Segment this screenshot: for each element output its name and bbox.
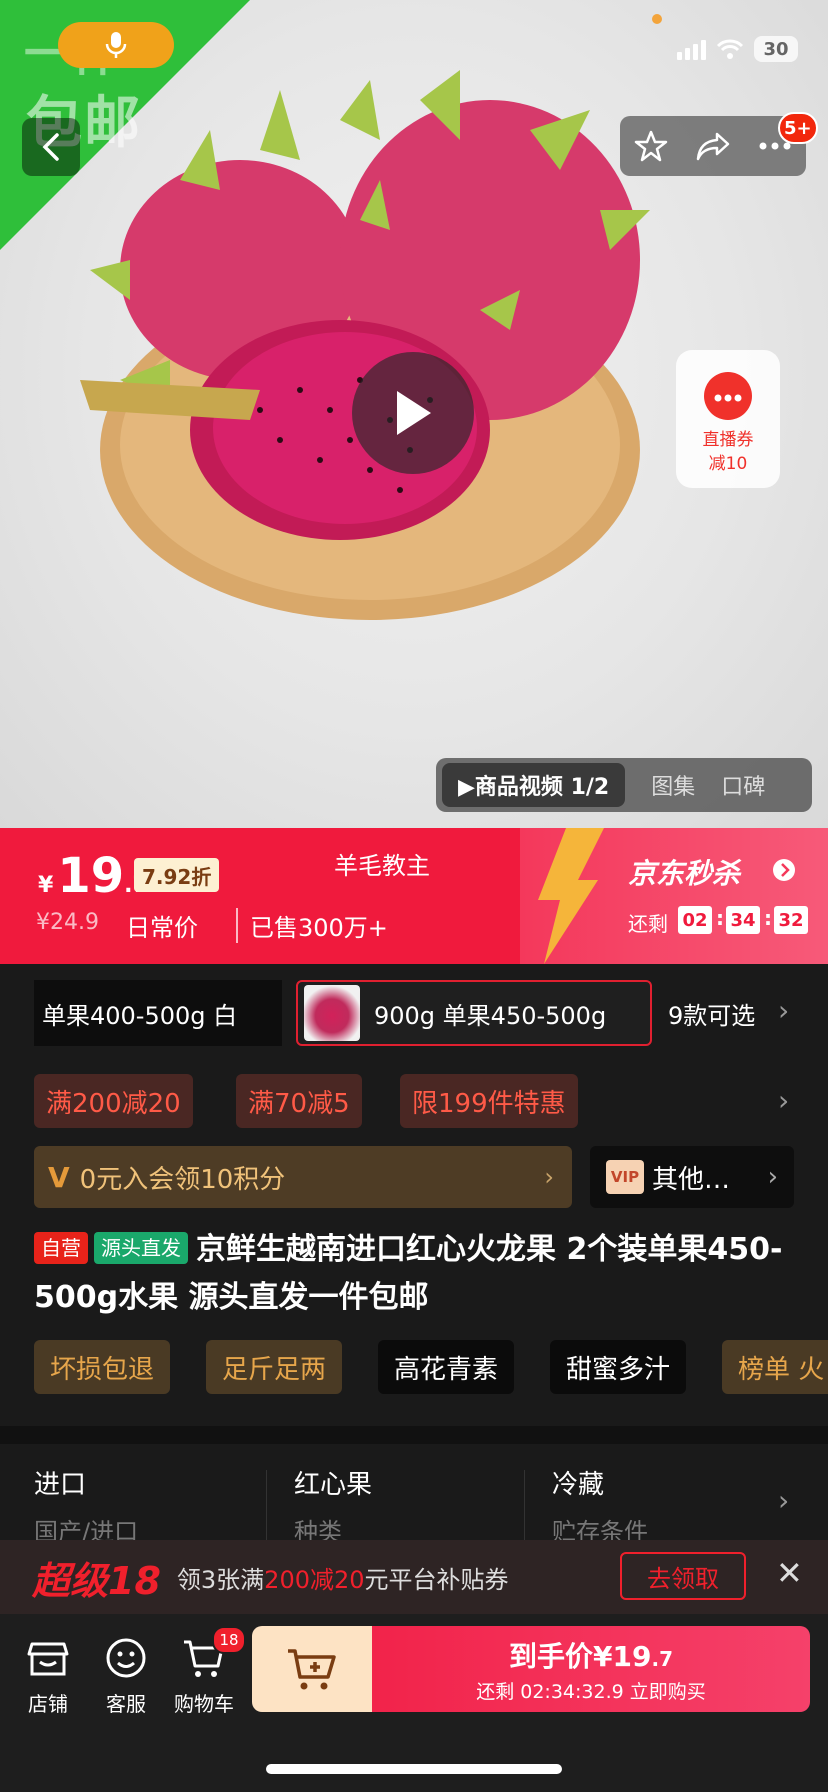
source-direct-tag: 源头直发 — [94, 1232, 188, 1264]
mic-indicator — [58, 22, 174, 68]
microphone-icon — [105, 32, 127, 58]
customer-service-button[interactable]: 客服 — [86, 1634, 166, 1717]
chevron-right-icon[interactable]: › — [778, 1084, 789, 1117]
chevron-right-icon: › — [544, 1163, 554, 1191]
cart-count-badge: 18 — [212, 1626, 246, 1654]
cart-label: 购物车 — [174, 1692, 234, 1716]
self-operated-tag: 自营 — [34, 1232, 88, 1264]
section-divider — [0, 1426, 828, 1444]
feature-tag[interactable]: 甜蜜多汁 — [550, 1340, 687, 1394]
platform-coupon-strip: 超级18 领3张满200减20元平台补贴券 去领取 ✕ — [0, 1540, 828, 1614]
spec-divider — [266, 1470, 267, 1540]
tab-reviews[interactable]: 口碑 — [721, 769, 765, 801]
privacy-indicator-dot — [652, 14, 662, 24]
buy-now-button[interactable]: 到手价¥19.7 还剩 02:34:32.9 立即购买 — [252, 1626, 810, 1712]
discount-badge: 7.92折 — [134, 858, 220, 892]
chevron-right-circle-icon[interactable] — [772, 858, 796, 882]
daily-price-label: 日常价 — [126, 914, 198, 942]
promo-tag[interactable]: 满200减20 — [34, 1074, 193, 1128]
countdown-seconds: 32 — [774, 906, 808, 934]
play-video-button[interactable] — [352, 352, 474, 474]
vip-text: 其他… — [652, 1164, 731, 1195]
vip-badge: VIP — [606, 1160, 644, 1194]
status-bar: 30 — [677, 36, 798, 62]
sold-count: 已售300万+ — [236, 908, 388, 943]
feature-tag[interactable]: 榜单 火 — [722, 1340, 828, 1394]
tab-product-video[interactable]: ▶商品视频 1/2 — [442, 763, 626, 807]
tab-gallery[interactable]: 图集 — [651, 769, 695, 801]
add-to-cart-button[interactable] — [252, 1626, 372, 1712]
variant-option-selected[interactable]: 900g 单果450-500g — [296, 980, 652, 1046]
play-icon — [397, 391, 431, 435]
currency-symbol: ¥ — [38, 873, 54, 898]
price-integer: 19 — [57, 848, 125, 904]
buy-now-countdown: 还剩 02:34:32.9 立即购买 — [476, 1680, 706, 1703]
spec-value: 红心果 — [294, 1470, 373, 1500]
spec-divider — [524, 1470, 525, 1540]
variant-thumbnail — [304, 985, 360, 1041]
promoter-name: 羊毛教主 — [334, 852, 430, 880]
battery-indicator: 30 — [754, 36, 798, 62]
lightning-icon — [538, 828, 604, 964]
seckill-title[interactable]: 京东秒杀 — [628, 852, 740, 892]
super18-brand: 超级18 — [32, 1558, 161, 1603]
customer-service-icon — [106, 1638, 146, 1678]
cart-button[interactable]: 购物车 18 — [164, 1626, 246, 1717]
store-icon — [27, 1642, 69, 1676]
claim-coupon-button[interactable]: 去领取 — [620, 1552, 746, 1600]
live-coupon-line2: 减10 — [708, 454, 748, 474]
wifi-icon — [716, 39, 744, 59]
back-button[interactable] — [22, 118, 80, 176]
store-button[interactable]: 店铺 — [8, 1634, 88, 1717]
feature-tag[interactable]: 足斤足两 — [206, 1340, 343, 1394]
v-logo-icon: V — [48, 1160, 70, 1194]
promo-tag[interactable]: 满70减5 — [236, 1074, 362, 1128]
chevron-left-icon — [42, 133, 59, 161]
variant-option-1[interactable]: 单果400-500g 白 — [34, 980, 282, 1046]
promo-tag[interactable]: 限199件特惠 — [400, 1074, 578, 1128]
chevron-right-icon[interactable]: › — [778, 1484, 789, 1517]
vip-benefits-button[interactable]: VIP 其他… › — [590, 1146, 794, 1208]
variant-label: 900g 单果450-500g — [374, 1001, 607, 1030]
chevron-right-icon: › — [767, 1162, 778, 1192]
chevron-right-icon[interactable]: › — [778, 994, 789, 1027]
feature-tag[interactable]: 高花青素 — [378, 1340, 515, 1394]
final-price: 到手价¥19.7 — [509, 1639, 673, 1673]
countdown-minutes: 34 — [726, 906, 760, 934]
spec-value: 冷藏 — [552, 1470, 605, 1500]
message-badge: 5+ — [778, 112, 818, 144]
favorite-star-icon[interactable] — [634, 129, 668, 163]
more-variants-link[interactable]: 9款可选 — [668, 996, 755, 1031]
variant-label: 单果400-500g 白 — [42, 1001, 238, 1030]
customer-service-label: 客服 — [106, 1692, 146, 1716]
feature-tag[interactable]: 坏损包退 — [34, 1340, 171, 1394]
price-bar: ¥ 19 .7 7.92折 羊毛教主 ¥24.9 日常价 已售300万+ 京东秒… — [0, 828, 828, 964]
media-tabs: ▶商品视频 1/2 图集 口碑 — [436, 758, 812, 812]
live-coupon-widget[interactable]: 直播券 减10 — [676, 350, 780, 488]
current-price: ¥ 19 .7 — [38, 848, 148, 904]
spec-value: 进口 — [34, 1470, 87, 1500]
countdown-label: 还剩 — [628, 912, 668, 936]
coupon-description: 领3张满200减20元平台补贴券 — [176, 1565, 509, 1594]
product-image-gallery[interactable]: 一件 包邮 30 5+ — [0, 0, 828, 828]
live-coupon-line1: 直播券 — [702, 430, 754, 450]
buy-now-area[interactable]: 到手价¥19.7 还剩 02:34:32.9 立即购买 — [372, 1626, 810, 1712]
countdown-hours: 02 — [678, 906, 712, 934]
store-label: 店铺 — [28, 1692, 68, 1716]
product-title: 自营 源头直发 京鲜生越南进口红心火龙果 2个装单果450-500g水果 源头直发一… — [34, 1226, 794, 1322]
home-indicator — [266, 1764, 562, 1774]
original-price: ¥24.9 — [36, 910, 99, 935]
share-icon[interactable] — [695, 130, 731, 162]
close-icon[interactable]: ✕ — [776, 1554, 803, 1592]
add-to-cart-icon — [288, 1649, 336, 1690]
membership-banner[interactable]: V 0元入会领10积分 › — [34, 1146, 572, 1208]
signal-icon — [677, 38, 706, 60]
membership-text: 0元入会领10积分 — [79, 1164, 286, 1195]
live-icon — [704, 372, 752, 420]
